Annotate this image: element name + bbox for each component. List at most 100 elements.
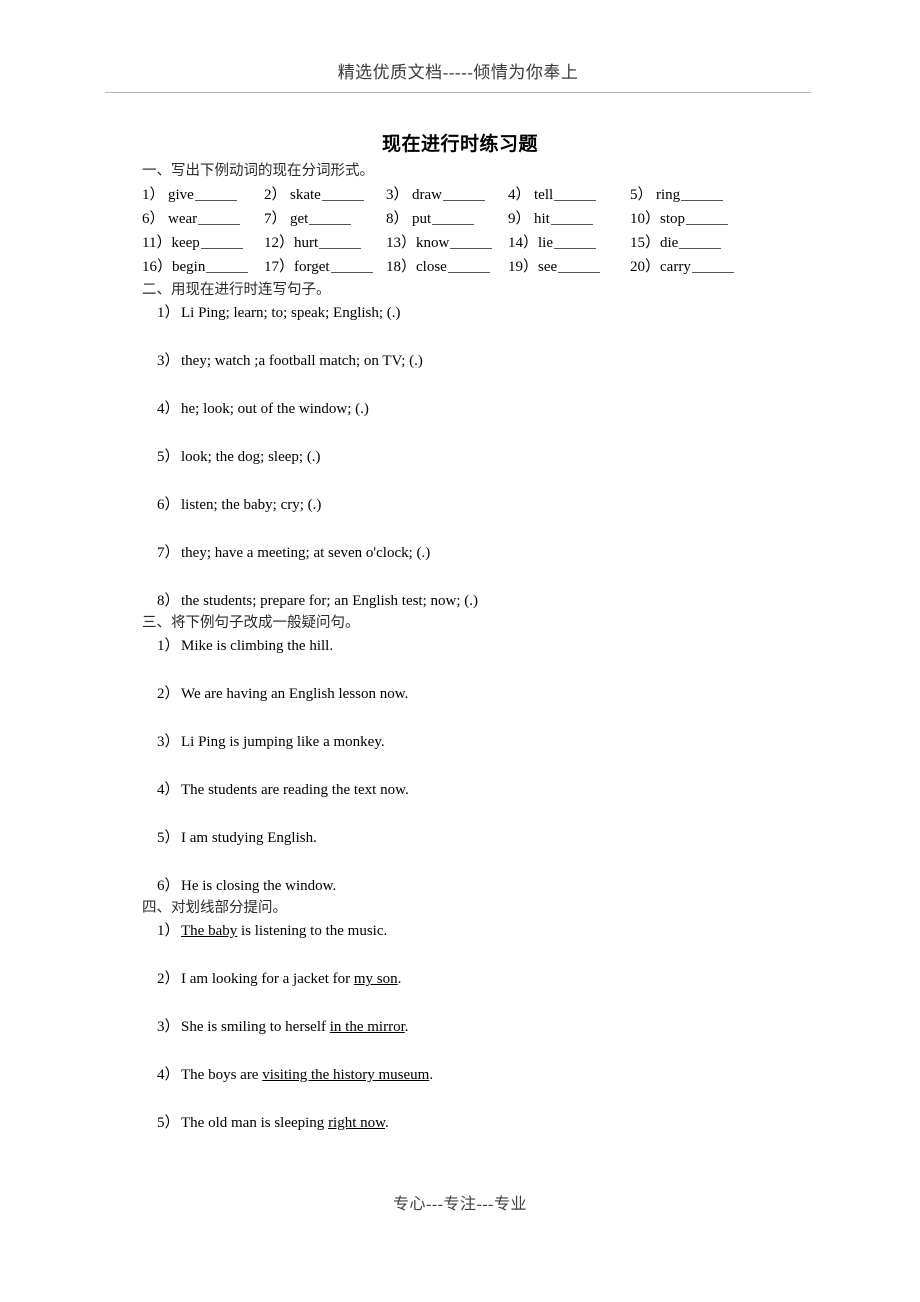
answer-space[interactable] (142, 753, 802, 779)
answer-blank[interactable] (554, 186, 597, 201)
verb-blank-item: 14）lie (508, 231, 630, 255)
verb-blank-item: 10）stop (630, 207, 752, 231)
exercise-item-number: 5） (157, 830, 180, 846)
answer-blank[interactable] (200, 234, 243, 249)
section-three: 三、将下例句子改成一般疑问句。 1）Mike is climbing the h… (142, 612, 802, 897)
verb-item-word: get (290, 211, 309, 227)
answer-space[interactable] (142, 705, 802, 731)
verb-item-number: 16） (142, 259, 173, 275)
verb-blank-grid: 1） give 2） skate 3） draw 4） tell 5） ring 6） wear 7） g… (142, 183, 802, 279)
answer-space[interactable] (142, 468, 802, 494)
section-four-heading: 四、对划线部分提问。 (142, 900, 287, 916)
verb-item-word: draw (412, 187, 442, 203)
exercise-item: 5）I am studying English. (142, 827, 802, 849)
exercise-item: 7）they; have a meeting; at seven o'clock… (142, 542, 802, 564)
verb-blank-item: 17）forget (264, 255, 386, 279)
verb-item-number: 1） (142, 187, 165, 203)
verb-blank-item: 12）hurt (264, 231, 386, 255)
verb-item-number: 19） (508, 259, 539, 275)
exercise-item-text: We are having an English lesson now. (181, 686, 409, 702)
verb-item-word: lie (538, 235, 554, 251)
section-three-heading: 三、将下例句子改成一般疑问句。 (142, 615, 360, 631)
exercise-item-number: 2） (157, 686, 180, 702)
answer-blank[interactable] (679, 234, 722, 249)
sentence-list-three: 1）Mike is climbing the hill. 2）We are hav… (142, 635, 802, 897)
answer-blank[interactable] (686, 210, 729, 225)
answer-space[interactable] (142, 801, 802, 827)
header-divider (105, 92, 811, 93)
answer-blank[interactable] (206, 258, 249, 273)
verb-item-word: keep (171, 235, 200, 251)
verb-item-word: hurt (294, 235, 319, 251)
section-two: 二、用现在进行时连写句子。 1）Li Ping; learn; to; spea… (142, 279, 802, 612)
answer-blank[interactable] (194, 186, 237, 201)
answer-space[interactable] (142, 324, 802, 350)
answer-space[interactable] (142, 516, 802, 542)
exercise-item-text: He is closing the window. (181, 878, 337, 894)
verb-blank-item: 7） get (264, 207, 386, 231)
page-footer: 专心---专注---专业 (393, 1196, 527, 1213)
verb-item-word: tell (534, 187, 554, 203)
exercise-item-number: 4） (157, 1067, 180, 1083)
answer-blank[interactable] (550, 210, 593, 225)
verb-blank-item: 1） give (142, 183, 264, 207)
verb-item-number: 12） (264, 235, 295, 251)
exercise-text-after: . (385, 1115, 389, 1131)
verb-blank-item: 11）keep (142, 231, 264, 255)
sentence-list-two: 1）Li Ping; learn; to; speak; English; (.… (142, 302, 802, 612)
verb-blank-item: 19）see (508, 255, 630, 279)
exercise-text-after: . (397, 971, 402, 987)
verb-row: 1） give 2） skate 3） draw 4） tell 5） ring (142, 183, 802, 207)
verb-blank-item: 9） hit (508, 207, 630, 231)
answer-blank[interactable] (554, 234, 597, 249)
answer-space[interactable] (142, 657, 802, 683)
answer-space[interactable] (142, 1086, 802, 1112)
exercise-text-before: The boys are (181, 1067, 263, 1083)
exercise-item: 3）Li Ping is jumping like a monkey. (142, 731, 802, 753)
answer-blank[interactable] (450, 234, 493, 249)
answer-blank[interactable] (443, 186, 485, 201)
exercise-text-before: I am looking for a jacket for (181, 971, 354, 987)
verb-item-word: give (168, 187, 194, 203)
answer-blank[interactable] (330, 258, 373, 273)
verb-item-number: 13） (386, 235, 417, 251)
verb-blank-item: 18）close (386, 255, 508, 279)
answer-space[interactable] (142, 942, 802, 968)
answer-space[interactable] (142, 372, 802, 398)
answer-blank[interactable] (681, 186, 724, 201)
verb-blank-item: 15）die (630, 231, 752, 255)
answer-blank[interactable] (321, 186, 364, 201)
underlined-phrase: visiting the history museum (262, 1067, 430, 1083)
exercise-item-number: 7） (157, 545, 180, 561)
answer-space[interactable] (142, 990, 802, 1016)
verb-item-number: 7） (264, 211, 287, 227)
answer-space[interactable] (142, 420, 802, 446)
verb-item-number: 4） (508, 187, 531, 203)
answer-space[interactable] (142, 1038, 802, 1064)
verb-blank-item: 13）know (386, 231, 508, 255)
exercise-item-text: The students are reading the text now. (181, 782, 409, 798)
exercise-item-text: the students; prepare for; an English te… (181, 593, 479, 609)
verb-item-word: skate (290, 187, 321, 203)
exercise-item: 6）He is closing the window. (142, 875, 802, 897)
answer-blank[interactable] (447, 258, 490, 273)
exercise-item: 5）look; the dog; sleep; (.) (142, 446, 802, 468)
answer-blank[interactable] (691, 258, 734, 273)
exercise-item: 1）Mike is climbing the hill. (142, 635, 802, 657)
exercise-item: 8）the students; prepare for; an English … (142, 590, 802, 612)
verb-item-number: 2） (264, 187, 287, 203)
exercise-item: 2）I am looking for a jacket for my son. (142, 968, 802, 990)
answer-space[interactable] (142, 564, 802, 590)
exercise-item-text: they; watch ;a football match; on TV; (.… (181, 353, 423, 369)
verb-blank-item: 8） put (386, 207, 508, 231)
answer-space[interactable] (142, 849, 802, 875)
answer-blank[interactable] (558, 258, 601, 273)
exercise-item: 1）Li Ping; learn; to; speak; English; (.… (142, 302, 802, 324)
answer-blank[interactable] (198, 210, 241, 225)
verb-item-word: hit (534, 211, 550, 227)
exercise-item-number: 4） (157, 401, 180, 417)
answer-blank[interactable] (309, 210, 352, 225)
section-four: 四、对划线部分提问。 1）The baby is listening to th… (142, 897, 802, 1134)
answer-blank[interactable] (432, 210, 475, 225)
answer-blank[interactable] (319, 234, 362, 249)
